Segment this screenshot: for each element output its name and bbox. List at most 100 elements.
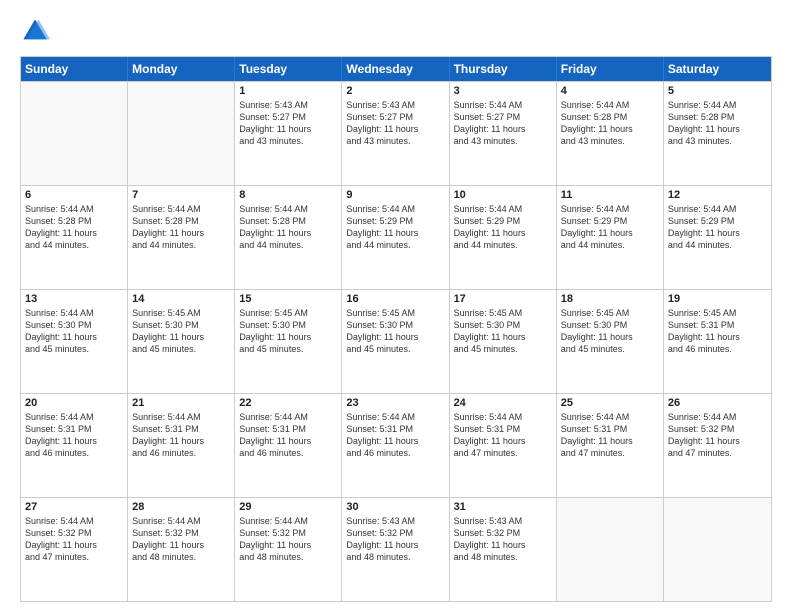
- cell-info-line: Daylight: 11 hours: [668, 123, 767, 135]
- cell-info-line: Daylight: 11 hours: [25, 435, 123, 447]
- cell-info-line: Daylight: 11 hours: [132, 227, 230, 239]
- calendar-header-cell: Wednesday: [342, 57, 449, 81]
- cell-info-line: Sunrise: 5:44 AM: [454, 411, 552, 423]
- cell-info-line: Sunrise: 5:44 AM: [25, 411, 123, 423]
- cell-info-line: and 45 minutes.: [346, 343, 444, 355]
- calendar-cell: 7Sunrise: 5:44 AMSunset: 5:28 PMDaylight…: [128, 186, 235, 289]
- calendar-cell: [557, 498, 664, 601]
- cell-info-line: Sunrise: 5:45 AM: [561, 307, 659, 319]
- cell-info-line: and 45 minutes.: [239, 343, 337, 355]
- day-number: 17: [454, 293, 552, 305]
- cell-info-line: and 43 minutes.: [561, 135, 659, 147]
- cell-info-line: Daylight: 11 hours: [25, 331, 123, 343]
- calendar-header-cell: Tuesday: [235, 57, 342, 81]
- cell-info-line: Sunset: 5:30 PM: [561, 319, 659, 331]
- calendar-cell: 31Sunrise: 5:43 AMSunset: 5:32 PMDayligh…: [450, 498, 557, 601]
- cell-info-line: and 48 minutes.: [454, 551, 552, 563]
- cell-info-line: Sunrise: 5:44 AM: [668, 99, 767, 111]
- cell-info-line: and 48 minutes.: [132, 551, 230, 563]
- header: [20, 16, 772, 46]
- calendar-cell: 28Sunrise: 5:44 AMSunset: 5:32 PMDayligh…: [128, 498, 235, 601]
- cell-info-line: Daylight: 11 hours: [132, 539, 230, 551]
- calendar-cell: 4Sunrise: 5:44 AMSunset: 5:28 PMDaylight…: [557, 82, 664, 185]
- calendar-cell: [21, 82, 128, 185]
- calendar-cell: 14Sunrise: 5:45 AMSunset: 5:30 PMDayligh…: [128, 290, 235, 393]
- day-number: 5: [668, 85, 767, 97]
- logo: [20, 16, 54, 46]
- calendar-cell: 25Sunrise: 5:44 AMSunset: 5:31 PMDayligh…: [557, 394, 664, 497]
- cell-info-line: Daylight: 11 hours: [454, 331, 552, 343]
- calendar: SundayMondayTuesdayWednesdayThursdayFrid…: [20, 56, 772, 602]
- day-number: 15: [239, 293, 337, 305]
- logo-icon: [20, 16, 50, 46]
- cell-info-line: Daylight: 11 hours: [454, 539, 552, 551]
- cell-info-line: and 44 minutes.: [25, 239, 123, 251]
- cell-info-line: Sunrise: 5:44 AM: [239, 515, 337, 527]
- cell-info-line: Daylight: 11 hours: [346, 227, 444, 239]
- day-number: 28: [132, 501, 230, 513]
- calendar-cell: [128, 82, 235, 185]
- calendar-cell: 5Sunrise: 5:44 AMSunset: 5:28 PMDaylight…: [664, 82, 771, 185]
- calendar-cell: 23Sunrise: 5:44 AMSunset: 5:31 PMDayligh…: [342, 394, 449, 497]
- cell-info-line: Daylight: 11 hours: [561, 331, 659, 343]
- cell-info-line: Sunrise: 5:44 AM: [561, 203, 659, 215]
- day-number: 7: [132, 189, 230, 201]
- cell-info-line: Daylight: 11 hours: [454, 227, 552, 239]
- cell-info-line: Sunrise: 5:43 AM: [346, 515, 444, 527]
- calendar-row: 13Sunrise: 5:44 AMSunset: 5:30 PMDayligh…: [21, 289, 771, 393]
- day-number: 1: [239, 85, 337, 97]
- cell-info-line: Sunrise: 5:45 AM: [668, 307, 767, 319]
- day-number: 3: [454, 85, 552, 97]
- calendar-cell: 27Sunrise: 5:44 AMSunset: 5:32 PMDayligh…: [21, 498, 128, 601]
- cell-info-line: Sunrise: 5:44 AM: [346, 411, 444, 423]
- day-number: 21: [132, 397, 230, 409]
- calendar-row: 27Sunrise: 5:44 AMSunset: 5:32 PMDayligh…: [21, 497, 771, 601]
- calendar-cell: 8Sunrise: 5:44 AMSunset: 5:28 PMDaylight…: [235, 186, 342, 289]
- day-number: 13: [25, 293, 123, 305]
- cell-info-line: Sunset: 5:30 PM: [346, 319, 444, 331]
- day-number: 11: [561, 189, 659, 201]
- day-number: 8: [239, 189, 337, 201]
- cell-info-line: Sunrise: 5:43 AM: [346, 99, 444, 111]
- cell-info-line: Sunset: 5:32 PM: [346, 527, 444, 539]
- day-number: 9: [346, 189, 444, 201]
- page: SundayMondayTuesdayWednesdayThursdayFrid…: [0, 0, 792, 612]
- cell-info-line: Sunset: 5:31 PM: [668, 319, 767, 331]
- cell-info-line: Sunrise: 5:44 AM: [454, 99, 552, 111]
- calendar-cell: 20Sunrise: 5:44 AMSunset: 5:31 PMDayligh…: [21, 394, 128, 497]
- calendar-row: 6Sunrise: 5:44 AMSunset: 5:28 PMDaylight…: [21, 185, 771, 289]
- calendar-cell: 12Sunrise: 5:44 AMSunset: 5:29 PMDayligh…: [664, 186, 771, 289]
- cell-info-line: and 46 minutes.: [132, 447, 230, 459]
- cell-info-line: and 47 minutes.: [25, 551, 123, 563]
- cell-info-line: and 44 minutes.: [454, 239, 552, 251]
- calendar-cell: 18Sunrise: 5:45 AMSunset: 5:30 PMDayligh…: [557, 290, 664, 393]
- calendar-cell: 6Sunrise: 5:44 AMSunset: 5:28 PMDaylight…: [21, 186, 128, 289]
- calendar-row: 1Sunrise: 5:43 AMSunset: 5:27 PMDaylight…: [21, 81, 771, 185]
- cell-info-line: Sunrise: 5:43 AM: [454, 515, 552, 527]
- cell-info-line: and 48 minutes.: [239, 551, 337, 563]
- cell-info-line: Sunset: 5:32 PM: [25, 527, 123, 539]
- day-number: 26: [668, 397, 767, 409]
- cell-info-line: and 46 minutes.: [239, 447, 337, 459]
- cell-info-line: Daylight: 11 hours: [668, 435, 767, 447]
- cell-info-line: and 44 minutes.: [561, 239, 659, 251]
- cell-info-line: and 45 minutes.: [132, 343, 230, 355]
- cell-info-line: Sunrise: 5:44 AM: [561, 99, 659, 111]
- calendar-cell: 15Sunrise: 5:45 AMSunset: 5:30 PMDayligh…: [235, 290, 342, 393]
- calendar-header-cell: Monday: [128, 57, 235, 81]
- cell-info-line: Sunset: 5:29 PM: [454, 215, 552, 227]
- cell-info-line: Daylight: 11 hours: [239, 331, 337, 343]
- calendar-cell: 19Sunrise: 5:45 AMSunset: 5:31 PMDayligh…: [664, 290, 771, 393]
- cell-info-line: Daylight: 11 hours: [239, 123, 337, 135]
- cell-info-line: Daylight: 11 hours: [132, 331, 230, 343]
- day-number: 30: [346, 501, 444, 513]
- calendar-cell: 10Sunrise: 5:44 AMSunset: 5:29 PMDayligh…: [450, 186, 557, 289]
- calendar-cell: 17Sunrise: 5:45 AMSunset: 5:30 PMDayligh…: [450, 290, 557, 393]
- cell-info-line: Sunrise: 5:43 AM: [239, 99, 337, 111]
- cell-info-line: Daylight: 11 hours: [454, 435, 552, 447]
- cell-info-line: Sunset: 5:28 PM: [561, 111, 659, 123]
- cell-info-line: Sunrise: 5:44 AM: [454, 203, 552, 215]
- cell-info-line: Sunrise: 5:45 AM: [239, 307, 337, 319]
- cell-info-line: Daylight: 11 hours: [239, 227, 337, 239]
- cell-info-line: and 47 minutes.: [454, 447, 552, 459]
